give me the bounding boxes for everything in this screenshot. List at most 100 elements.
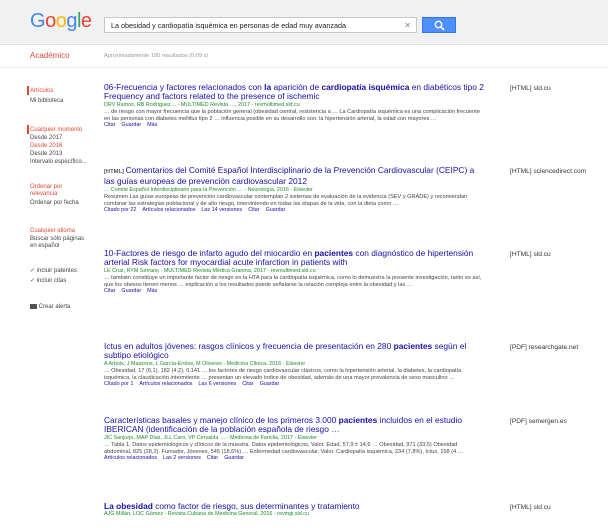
result-action-link[interactable]: Guardar — [121, 288, 141, 294]
search-result: Ictus en adultos jóvenes: rasgos clínico… — [104, 341, 484, 388]
result-action-link[interactable]: Artículos relacionados — [139, 381, 192, 387]
fulltext-source-link[interactable]: [HTML] sld.cu — [510, 251, 551, 258]
search-result: 06-Frecuencia y factores relacionados co… — [104, 82, 484, 129]
result-meta: A Arboix, J Massons, L García-Eroles, M … — [104, 360, 306, 367]
result-action-link[interactable]: Guardar — [266, 207, 286, 213]
result-action-link[interactable]: Más — [147, 122, 157, 128]
result-action-link[interactable]: Las 14 versiones — [201, 207, 242, 213]
result-title-link[interactable]: 06-Frecuencia y factores relacionados co… — [104, 82, 484, 102]
search-input[interactable]: La obesidad y cardiopatía isquémica en p… — [104, 17, 417, 33]
result-action-link[interactable]: Guardar — [121, 122, 141, 128]
title-fragment: La obesidad — [104, 501, 153, 511]
include-patents-checkbox[interactable]: ✓ incluir patentes — [30, 268, 77, 275]
result-title-link[interactable]: 10-Factores de riesgo de infarto agudo d… — [104, 248, 484, 268]
result-action-link[interactable]: Artículos relacionados — [142, 207, 195, 213]
create-alert-label: Crear alerta — [38, 304, 71, 310]
result-action-link[interactable]: Más — [147, 288, 157, 294]
result-snippet: … también constituye un importante facto… — [104, 274, 482, 288]
filter-since-2017[interactable]: Desde 2017 — [30, 135, 62, 142]
result-actions: Citado por 1 Artículos relacionados Las 6 … — [104, 381, 484, 388]
title-fragment: pacientes — [338, 415, 378, 425]
sidebar-item-library[interactable]: Mi biblioteca — [30, 98, 63, 105]
filter-any-time[interactable]: Cualquier momento — [30, 127, 82, 134]
include-patents-label: incluir patentes — [36, 268, 78, 274]
filter-since-2016[interactable]: Desde 2016 — [30, 143, 62, 150]
checkmark-icon: ✓ — [30, 278, 36, 284]
include-citations-label: incluir citas — [36, 278, 67, 284]
sort-relevance-line1[interactable]: Ordenar por — [30, 184, 62, 191]
search-result: [HTML] Comentarios del Comité Español In… — [104, 165, 484, 214]
x-icon[interactable]: ✕ — [404, 18, 411, 32]
result-snippet: … Obesidad, 17 (6,1), 182 (4,2), 0,141 …… — [104, 367, 462, 381]
logo-letter: o — [55, 10, 67, 32]
result-snippet: … Tabla 1. Datos epidemiológicos y clíni… — [104, 441, 464, 455]
result-action-link[interactable]: Citar — [248, 207, 259, 213]
result-snippet: … de riesgo con mayor frecuencia que la … — [104, 108, 480, 122]
search-result: La obesidad como factor de riesgo, sus d… — [104, 501, 484, 518]
active-indicator — [27, 86, 29, 95]
logo-letter: g — [66, 10, 77, 32]
search-icon — [434, 20, 445, 31]
result-action-link[interactable]: Artículos relacionados — [104, 455, 157, 461]
result-action-link[interactable]: Citar — [242, 381, 253, 387]
result-action-link[interactable]: Citado por 1 — [104, 381, 133, 387]
result-actions: Citado por 22 Artículos relacionados Las 1… — [104, 207, 484, 214]
logo-letter: G — [30, 10, 46, 32]
result-snippet: Resumen Las guías europeas de prevención… — [104, 193, 468, 207]
result-actions: Citar Guardar Más — [104, 288, 484, 295]
title-fragment: Comentarios del Comité Español Interdisc… — [104, 165, 475, 187]
sort-by-date[interactable]: Ordenar por fecha — [30, 200, 79, 207]
result-actions: Artículos relacionados Las 2 versiones Cit… — [104, 455, 484, 462]
result-action-link[interactable]: Las 6 versiones — [198, 381, 236, 387]
fulltext-source-link[interactable]: [HTML] sciencedirect.com — [510, 168, 586, 175]
search-result: 10-Factores de riesgo de infarto agudo d… — [104, 248, 484, 295]
search-query-text: La obesidad y cardiopatía isquémica en p… — [111, 21, 346, 30]
result-meta: AJG Millán, LOC Gómez - Revista Cubana d… — [104, 511, 309, 518]
checkmark-icon: ✓ — [30, 268, 36, 274]
sidebar-item-articles[interactable]: Artículos — [30, 88, 53, 95]
filter-spanish-pages-line2[interactable]: en español — [30, 243, 59, 250]
result-title-link[interactable]: Características basales y manejo clínico… — [104, 415, 484, 435]
result-action-link[interactable]: Las 2 versiones — [163, 455, 201, 461]
result-action-link[interactable]: Citar — [207, 455, 218, 461]
search-result: Características basales y manejo clínico… — [104, 415, 484, 462]
result-title-link[interactable]: [HTML] Comentarios del Comité Español In… — [104, 165, 484, 187]
fulltext-source-link[interactable]: [HTML] sld.cu — [510, 504, 551, 511]
title-fragment: cardiopatía isquémica — [321, 82, 410, 92]
result-action-link[interactable]: Guardar — [224, 455, 244, 461]
result-type-badge: [HTML] — [104, 169, 126, 175]
result-title-link[interactable]: Ictus en adultos jóvenes: rasgos clínico… — [104, 341, 484, 361]
result-action-link[interactable]: Citar — [104, 122, 115, 128]
section-bar: Académico Aproximadamente 195 resultados… — [0, 45, 608, 68]
result-meta: JIC Sanjurjo, MAP Díaz, JLL Caro, VP Cer… — [104, 434, 317, 441]
result-meta: … Comité Español Interdisciplinario para… — [104, 186, 313, 193]
title-fragment: como factor de riesgo, sus determinantes… — [152, 501, 360, 511]
result-title-link[interactable]: La obesidad como factor de riesgo, sus d… — [104, 501, 484, 511]
title-fragment: pacientes — [393, 341, 433, 351]
result-action-link[interactable]: Citar — [104, 288, 115, 294]
section-title[interactable]: Académico — [30, 51, 70, 60]
fulltext-source-link[interactable]: [PDF] researchgate.net — [510, 344, 578, 351]
result-actions: Citar Guardar Más — [104, 122, 484, 129]
result-action-link[interactable]: Guardar — [260, 381, 280, 387]
filter-since-2013[interactable]: Desde 2013 — [30, 151, 62, 158]
create-alert-button[interactable]: Crear alerta — [30, 304, 70, 311]
result-meta: DRV Ramos, RB Rodríguez… - MULTIMED Revi… — [104, 101, 300, 108]
results-count: Aproximadamente 195 resultados (0,09 s) — [104, 53, 209, 59]
google-logo[interactable]: Google — [30, 10, 92, 33]
logo-letter: e — [80, 10, 92, 32]
top-bar: Google La obesidad y cardiopatía isquémi… — [0, 0, 608, 45]
fulltext-source-link[interactable]: [HTML] sld.cu — [510, 85, 551, 92]
filter-spanish-pages-line1[interactable]: Buscar sólo páginas — [30, 236, 84, 243]
filter-custom-range[interactable]: Intervalo específico... — [30, 159, 87, 166]
filter-any-language[interactable]: Cualquier idioma — [30, 228, 75, 235]
logo-letter: o — [45, 10, 56, 32]
include-citations-checkbox[interactable]: ✓ incluir citas — [30, 278, 66, 285]
active-indicator — [27, 125, 29, 134]
envelope-icon — [30, 304, 37, 309]
result-meta: LE Cruz, RYM Serrano - MULTIMED Revista … — [104, 267, 316, 274]
sort-relevance-line2[interactable]: relevancia — [30, 191, 57, 198]
search-button[interactable] — [422, 17, 456, 33]
result-action-link[interactable]: Citado por 22 — [104, 207, 136, 213]
fulltext-source-link[interactable]: [PDF] semergen.es — [510, 418, 567, 425]
